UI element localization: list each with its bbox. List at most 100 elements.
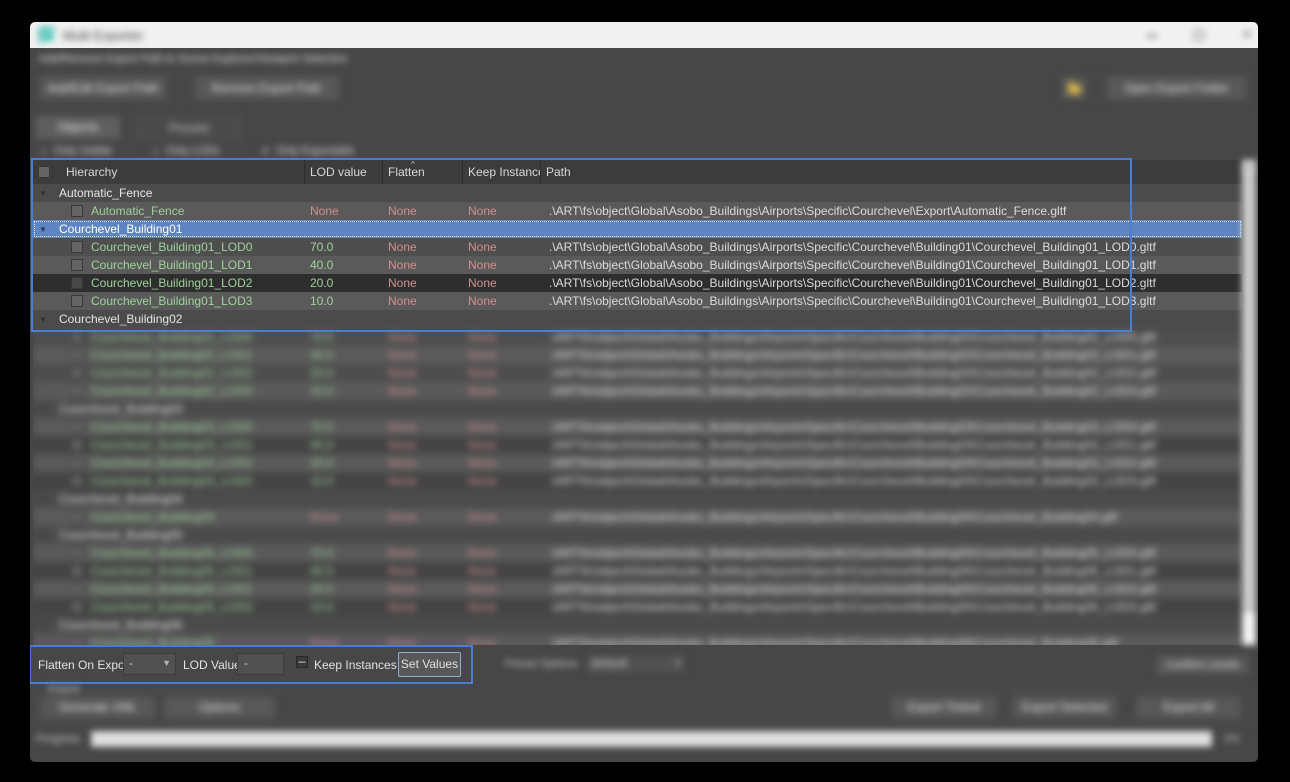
tab-presets[interactable]: Presets xyxy=(138,116,241,139)
object-name: Courchevel_Building03_LOD0 xyxy=(91,420,252,434)
table-row-item[interactable]: Courchevel_Building03_LOD1 40.0 None Non… xyxy=(33,436,1242,454)
table-row-item[interactable]: Courchevel_Building04 None None None .\A… xyxy=(33,508,1242,526)
flatten-on-export-dropdown[interactable]: - ▼ xyxy=(123,653,176,675)
row-checkbox[interactable] xyxy=(71,421,83,433)
table-row-item[interactable]: Courchevel_Building01_LOD2 20.0 None Non… xyxy=(33,274,1242,292)
object-name: Courchevel_Building01_LOD0 xyxy=(91,240,252,254)
table-row-item[interactable]: Courchevel_Building01_LOD0 70.0 None Non… xyxy=(33,238,1242,256)
maximize-button[interactable] xyxy=(1182,22,1216,48)
lod-value-input[interactable]: - xyxy=(237,653,284,675)
filter-only-lods[interactable]: Only LODs xyxy=(150,144,220,158)
table-row-item[interactable]: Courchevel_Building03_LOD0 70.0 None Non… xyxy=(33,418,1242,436)
keep-instances-cell: None xyxy=(463,472,541,490)
table-row-group[interactable]: ▼ Courchevel_Building03 xyxy=(33,400,1242,418)
export-ticked-button[interactable]: Export Ticked xyxy=(890,695,998,720)
row-checkbox[interactable] xyxy=(71,457,83,469)
table-row-item[interactable]: Courchevel_Building01_LOD1 40.0 None Non… xyxy=(33,256,1242,274)
row-checkbox[interactable] xyxy=(71,511,83,523)
scrollbar-up-icon[interactable]: ▲ xyxy=(1242,160,1256,176)
row-checkbox[interactable] xyxy=(71,295,83,307)
row-checkbox[interactable] xyxy=(71,637,83,645)
column-header-flatten[interactable]: Flatten xyxy=(383,160,463,184)
table-row-item[interactable]: Courchevel_Building01_LOD3 10.0 None Non… xyxy=(33,292,1242,310)
close-button[interactable]: × xyxy=(1230,22,1258,48)
lod-value-cell: 70.0 xyxy=(305,544,383,562)
table-row-item[interactable]: Courchevel_Building05_LOD2 20.0 None Non… xyxy=(33,580,1242,598)
table-row-item[interactable]: Courchevel_Building02_LOD3 10.0 None Non… xyxy=(33,382,1242,400)
chevron-down-icon: ▼ xyxy=(162,658,171,668)
expander-triangle-icon[interactable]: ▼ xyxy=(39,225,49,234)
expander-triangle-icon[interactable]: ▼ xyxy=(39,621,49,630)
table-row-item[interactable]: Automatic_Fence None None None .\ART\fs\… xyxy=(33,202,1242,220)
only-visible-checkbox[interactable] xyxy=(38,146,49,157)
table-row-group[interactable]: ▼ Courchevel_Building02 xyxy=(33,310,1242,328)
export-selected-button[interactable]: Export Selected xyxy=(1011,695,1118,720)
table-row-item[interactable]: Courchevel_Building03_LOD2 20.0 None Non… xyxy=(33,454,1242,472)
table-row-item[interactable]: Courchevel_Building03_LOD3 10.0 None Non… xyxy=(33,472,1242,490)
filter-only-exportable[interactable]: ✓ Only Exportable xyxy=(260,144,354,158)
row-checkbox[interactable] xyxy=(71,601,83,613)
row-checkbox[interactable] xyxy=(71,277,83,289)
scrollbar-track[interactable] xyxy=(1242,612,1256,645)
row-checkbox[interactable] xyxy=(71,259,83,271)
expander-triangle-icon[interactable]: ▼ xyxy=(39,495,49,504)
table-row-item[interactable]: Courchevel_Building02_LOD0 70.0 None Non… xyxy=(33,328,1242,346)
expander-triangle-icon[interactable]: ▼ xyxy=(39,405,49,414)
table-row-group[interactable]: ▼ Courchevel_Building04 xyxy=(33,490,1242,508)
path-cell: .\ART\fs\object\Global\Asobo_Buildings\A… xyxy=(541,418,1242,436)
keep-instances-cell: None xyxy=(463,580,541,598)
table-row-group[interactable]: ▼ Automatic_Fence xyxy=(33,184,1242,202)
table-row-item[interactable]: Courchevel_Building05_LOD0 70.0 None Non… xyxy=(33,544,1242,562)
tab-objects[interactable]: Objects xyxy=(36,116,120,139)
filter-only-visible[interactable]: Only Visible xyxy=(38,144,112,158)
row-checkbox[interactable] xyxy=(71,205,83,217)
row-checkbox[interactable] xyxy=(71,241,83,253)
options-button[interactable]: Options xyxy=(163,695,276,720)
table-row-item[interactable]: Courchevel_Building02_LOD1 40.0 None Non… xyxy=(33,346,1242,364)
expander-triangle-icon[interactable]: ▼ xyxy=(39,189,49,198)
progress-percent: 0% xyxy=(1224,733,1240,745)
only-exportable-checkbox[interactable]: ✓ xyxy=(260,146,271,157)
header-checkbox[interactable] xyxy=(38,166,50,178)
minimize-button[interactable] xyxy=(1135,22,1169,48)
folder-button[interactable] xyxy=(1060,75,1087,101)
table-row-item[interactable]: Courchevel_Building05_LOD1 40.0 None Non… xyxy=(33,562,1242,580)
row-checkbox[interactable] xyxy=(71,475,83,487)
row-checkbox[interactable] xyxy=(71,439,83,451)
only-lods-checkbox[interactable] xyxy=(150,146,161,157)
row-checkbox[interactable] xyxy=(71,367,83,379)
table-row-item[interactable]: Courchevel_Building05_LOD3 10.0 None Non… xyxy=(33,598,1242,616)
table-row-group[interactable]: ▼ Courchevel_Building05 xyxy=(33,526,1242,544)
row-checkbox[interactable] xyxy=(71,565,83,577)
vertical-scrollbar[interactable]: ▲ xyxy=(1242,160,1256,645)
confirm-levels-button[interactable]: Confirm Levels xyxy=(1155,654,1250,676)
expander-triangle-icon[interactable]: ▼ xyxy=(39,315,49,324)
table-row-group[interactable]: ▼ Courchevel_Building06 xyxy=(33,616,1242,634)
row-checkbox[interactable] xyxy=(71,331,83,343)
table-row-item[interactable]: Courchevel_Building02_LOD2 20.0 None Non… xyxy=(33,364,1242,382)
column-header-keep-instances[interactable]: Keep Instances xyxy=(463,160,541,184)
remove-export-path-button[interactable]: Remove Export Path xyxy=(193,75,340,101)
row-checkbox[interactable] xyxy=(71,583,83,595)
column-header-lod-value[interactable]: LOD value xyxy=(305,160,383,184)
lod-value-cell: None xyxy=(305,508,383,526)
row-checkbox[interactable] xyxy=(71,547,83,559)
add-edit-export-path-button[interactable]: Add/Edit Export Path xyxy=(38,75,168,101)
scrollbar-thumb[interactable] xyxy=(1242,176,1256,612)
lod-value-cell: 70.0 xyxy=(305,238,383,256)
path-cell: .\ART\fs\object\Global\Asobo_Buildings\A… xyxy=(541,634,1242,645)
table-row-group[interactable]: ▼ Courchevel_Building01 xyxy=(33,220,1242,238)
column-header-hierarchy[interactable]: Hierarchy xyxy=(33,160,305,184)
set-values-button[interactable]: Set Values xyxy=(398,652,461,677)
table-row-item[interactable]: Courchevel_Building06 None None None .\A… xyxy=(33,634,1242,645)
column-header-path[interactable]: Path xyxy=(541,160,1242,184)
row-checkbox[interactable] xyxy=(71,385,83,397)
preset-options-dropdown[interactable]: default ▼ xyxy=(585,653,687,675)
row-checkbox[interactable] xyxy=(71,349,83,361)
export-all-button[interactable]: Export All xyxy=(1135,695,1242,720)
open-export-folder-button[interactable]: Open Export Folder xyxy=(1105,75,1248,101)
generate-xml-button[interactable]: Generate XML xyxy=(40,695,156,720)
export-group-label: Export xyxy=(44,683,84,695)
keep-instances-checkbox[interactable]: – xyxy=(296,656,308,668)
expander-triangle-icon[interactable]: ▼ xyxy=(39,531,49,540)
